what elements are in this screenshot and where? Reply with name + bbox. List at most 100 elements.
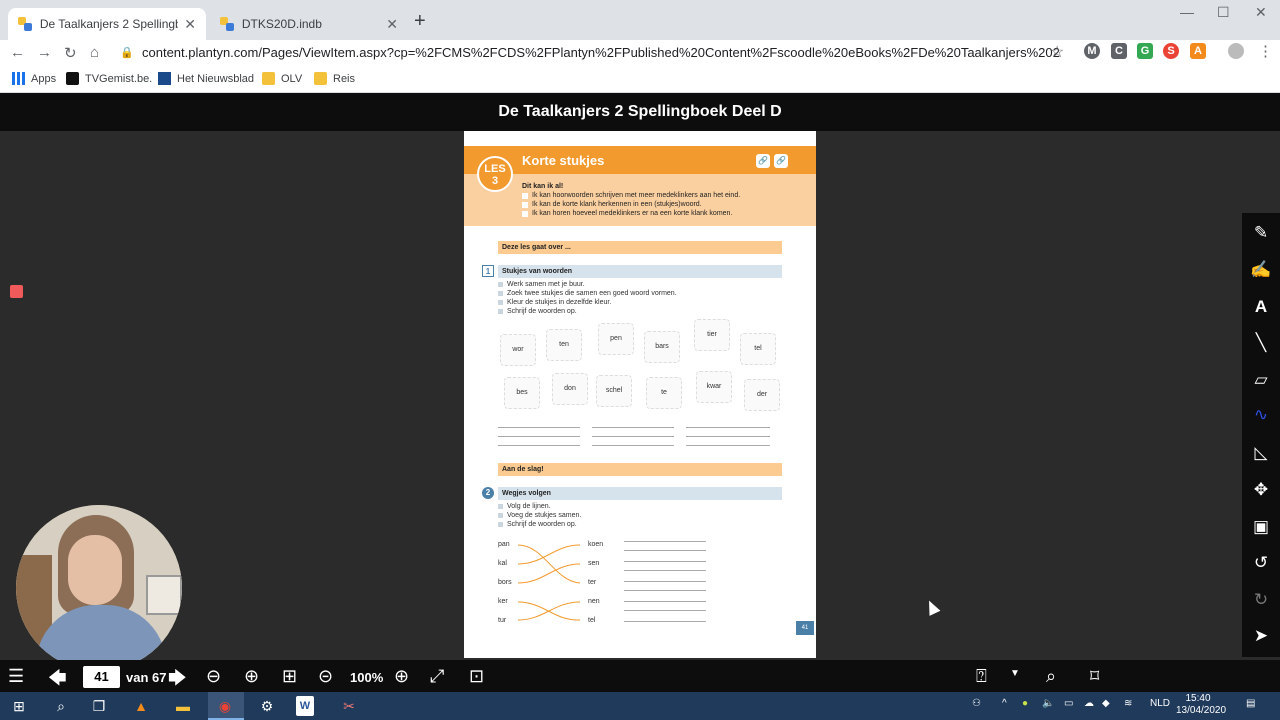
vlc-icon[interactable]: ▲ [130, 696, 152, 716]
page-number: 41 [796, 621, 814, 635]
puzzle-piece: don [552, 373, 588, 405]
chrome-icon[interactable]: ◉ [214, 696, 236, 716]
forward-button[interactable]: → [37, 44, 52, 61]
dropbox-icon[interactable]: ◆ [1102, 698, 1110, 709]
page-total-label: van 67 [126, 670, 167, 685]
lesson-badge-label: LES [484, 163, 506, 175]
page-number-input[interactable]: 41 [83, 666, 120, 688]
extension-a-icon[interactable]: A [1190, 43, 1206, 59]
bookmark-apps[interactable]: Apps [12, 72, 56, 85]
puzzle-piece: ten [546, 329, 582, 361]
checkbox-icon [522, 210, 528, 217]
language-indicator[interactable]: NLD [1150, 698, 1170, 709]
fit-page-icon[interactable]: ⤢ [430, 666, 444, 687]
extension-c-icon[interactable]: C [1111, 43, 1127, 59]
bookmark-label: TVGemist.be. [85, 72, 153, 85]
search-icon[interactable]: ⌕ [50, 696, 72, 716]
nieuwsblad-icon [158, 72, 171, 85]
maximize-button[interactable]: ☐ [1217, 4, 1230, 21]
pen-icon[interactable]: ✎ [1242, 223, 1280, 243]
extension-m-icon[interactable]: M [1084, 43, 1100, 59]
chevron-up-icon[interactable]: ^ [1002, 698, 1007, 709]
notifications-icon[interactable]: ▤ [1246, 698, 1255, 709]
instruction-item: Schrijf de woorden op. [498, 308, 577, 315]
text-tool-icon[interactable]: A [1242, 297, 1280, 317]
bookmark-icon[interactable]: ⌑ [1090, 666, 1099, 687]
norton-icon[interactable]: ● [1022, 698, 1028, 709]
instruction-text: Voeg de stukjes samen. [507, 512, 582, 519]
webcam-frame [146, 575, 182, 615]
undo-icon[interactable]: ↺ [1242, 553, 1280, 573]
annotation-toolbar: ✎ ✍ A ╲ ▱ ∿ ◺ ✥ ▣ ↺ ↻ ➤ [1242, 213, 1280, 657]
help-icon[interactable]: ⍰ [976, 666, 987, 687]
settings-icon[interactable]: ⚙ [256, 696, 278, 716]
instruction-item: Kleur de stukjes in dezelfde kleur. [498, 299, 611, 306]
zoom-out-icon[interactable]: ⊝ [318, 666, 333, 687]
highlighter-icon[interactable]: ✍ [1242, 260, 1280, 280]
word-icon[interactable]: W [296, 696, 314, 716]
back-button[interactable]: ← [10, 44, 25, 61]
write-line [624, 581, 706, 582]
link-icon[interactable]: 🔗 [774, 154, 788, 168]
file-explorer-icon[interactable]: ▬ [172, 696, 194, 716]
eraser-icon[interactable]: ▱ [1242, 370, 1280, 390]
people-icon[interactable]: ⚇ [972, 698, 981, 709]
snip-icon[interactable]: ✂ [338, 696, 360, 716]
redo-icon[interactable]: ↻ [1242, 590, 1280, 610]
record-stop-button[interactable] [10, 285, 23, 298]
minimize-button[interactable]: — [1180, 4, 1194, 20]
new-tab-button[interactable]: + [414, 10, 426, 33]
bullet-icon [498, 504, 503, 509]
last-page-icon[interactable]: ⊕ [244, 666, 259, 687]
write-line [686, 445, 770, 446]
image-icon[interactable]: ▣ [1242, 517, 1280, 537]
move-icon[interactable]: ✥ [1242, 480, 1280, 500]
folder-icon [314, 72, 327, 85]
bookmark-nieuwsblad[interactable]: Het Nieuwsblad [158, 72, 254, 85]
volume-icon[interactable]: 🔈 [1042, 698, 1054, 709]
write-line [624, 621, 706, 622]
close-window-button[interactable]: ✕ [1255, 4, 1267, 21]
bookmark-folder-reis[interactable]: Reis [314, 72, 355, 85]
exercise-1-number: 1 [482, 265, 494, 277]
menu-icon[interactable]: ☰ [8, 666, 24, 687]
header-link-icons: 🔗 🔗 [756, 154, 788, 168]
ruler-icon[interactable]: ◺ [1242, 443, 1280, 463]
instruction-item: Werk samen met je buur. [498, 281, 585, 288]
extension-g-icon[interactable]: G [1137, 43, 1153, 59]
bookmark-folder-olv[interactable]: OLV [262, 72, 302, 85]
toc-icon[interactable]: ⊞ [282, 666, 297, 687]
chevron-down-icon[interactable]: ▼ [1010, 668, 1020, 679]
system-clock[interactable]: 15:40 13/04/2020 [1176, 692, 1227, 717]
clock-date: 13/04/2020 [1176, 705, 1227, 716]
close-tab-icon[interactable]: ✕ [386, 16, 398, 33]
tab-dtks20d[interactable]: DTKS20D.indb ✕ [210, 8, 408, 40]
profile-avatar[interactable] [1228, 43, 1244, 59]
url-field[interactable]: 🔒 content.plantyn.com/Pages/ViewItem.asp… [120, 42, 1060, 62]
browser-menu-icon[interactable]: ⋮ [1258, 42, 1273, 60]
windows-start-icon[interactable]: ⊞ [8, 696, 30, 716]
onedrive-icon[interactable]: ☁ [1084, 698, 1094, 709]
close-tab-icon[interactable]: ✕ [184, 16, 196, 33]
bookmark-label: Apps [31, 72, 57, 85]
zoom-in-icon[interactable]: ⊕ [394, 666, 409, 687]
search-icon[interactable]: ⌕ [1046, 666, 1056, 687]
task-view-icon[interactable]: ❐ [88, 696, 110, 716]
line-tool-icon[interactable]: ╲ [1242, 333, 1280, 353]
freehand-icon[interactable]: ∿ [1242, 405, 1280, 425]
lesson-badge-number: 3 [491, 175, 499, 187]
fullscreen-icon[interactable]: ⊡ [469, 666, 484, 687]
first-page-icon[interactable]: ⊖ [206, 666, 221, 687]
pointer-icon[interactable]: ➤ [1242, 626, 1280, 646]
bookmark-label: OLV [281, 72, 303, 85]
write-line [686, 436, 770, 437]
home-button[interactable]: ⌂ [90, 44, 99, 61]
battery-icon[interactable]: ▭ [1064, 698, 1073, 709]
bookmark-star-icon[interactable]: ☆ [1050, 42, 1064, 62]
reload-button[interactable]: ↻ [64, 44, 77, 62]
bookmark-tvgemist[interactable]: TVGemist.be. [66, 72, 152, 85]
extension-s-icon[interactable]: S [1163, 43, 1179, 59]
link-icon[interactable]: 🔗 [756, 154, 770, 168]
wifi-icon[interactable]: ≋ [1124, 698, 1132, 709]
tab-taalkanjers[interactable]: De Taalkanjers 2 Spellingboek De ✕ [8, 8, 206, 40]
